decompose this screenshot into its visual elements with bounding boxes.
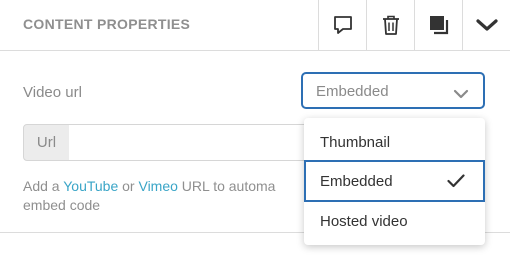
youtube-link[interactable]: YouTube bbox=[63, 178, 118, 194]
help-text-or: or bbox=[118, 178, 139, 194]
content-properties-panel: CONTENT PROPERTIES Video url Embedded Ur… bbox=[0, 0, 510, 263]
dropdown-option-hosted-video[interactable]: Hosted video bbox=[304, 200, 485, 242]
comment-icon bbox=[332, 14, 354, 36]
panel-title: CONTENT PROPERTIES bbox=[23, 16, 191, 32]
dropdown-option-embedded[interactable]: Embedded bbox=[304, 160, 485, 202]
delete-button[interactable] bbox=[366, 0, 415, 50]
chevron-down-icon bbox=[476, 18, 498, 32]
url-input[interactable] bbox=[69, 124, 329, 161]
option-label: Hosted video bbox=[320, 212, 408, 230]
option-label: Embedded bbox=[320, 172, 393, 190]
video-type-dropdown-menu: Thumbnail Embedded Hosted video bbox=[304, 118, 485, 245]
video-type-select[interactable]: Embedded bbox=[301, 72, 485, 109]
help-text-line2: embed code bbox=[23, 197, 101, 213]
help-text: Add a YouTube or Vimeo URL to automa emb… bbox=[23, 177, 303, 215]
duplicate-button[interactable] bbox=[414, 0, 463, 50]
help-text-prefix: Add a bbox=[23, 178, 64, 194]
url-input-group: Url bbox=[23, 124, 329, 161]
chevron-down-icon bbox=[453, 86, 469, 104]
panel-header: CONTENT PROPERTIES bbox=[0, 0, 510, 51]
video-url-label: Video url bbox=[23, 84, 82, 101]
comment-button[interactable] bbox=[318, 0, 367, 50]
option-label: Thumbnail bbox=[320, 133, 391, 151]
dropdown-option-thumbnail[interactable]: Thumbnail bbox=[304, 121, 485, 163]
checkmark-icon bbox=[447, 174, 465, 192]
help-text-suffix: URL to automa bbox=[177, 178, 276, 194]
video-type-selected-value: Embedded bbox=[316, 83, 389, 100]
vimeo-link[interactable]: Vimeo bbox=[138, 178, 177, 194]
trash-icon bbox=[381, 14, 401, 36]
url-addon-label: Url bbox=[23, 124, 70, 161]
copy-icon bbox=[428, 14, 450, 36]
collapse-button[interactable] bbox=[462, 0, 510, 50]
